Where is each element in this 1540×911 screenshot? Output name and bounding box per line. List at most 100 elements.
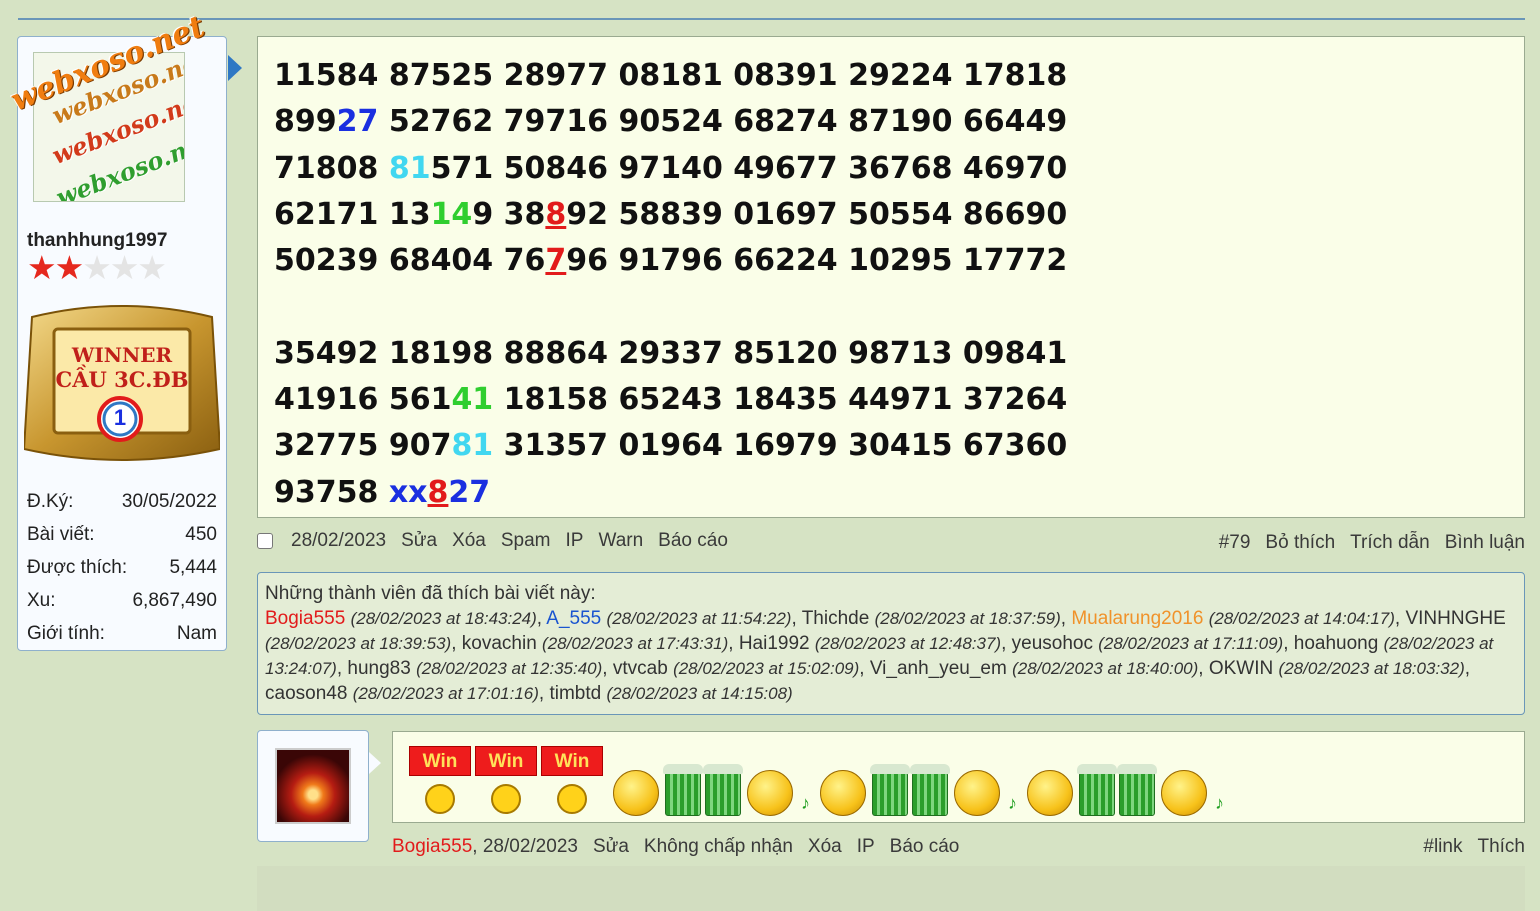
reply-date: , 28/02/2023 [472, 836, 578, 857]
avatar-image [275, 748, 351, 824]
star-icon: ★ [82, 249, 112, 286]
select-checkbox[interactable] [257, 533, 273, 549]
stat-label: Bài viết: [27, 523, 95, 545]
liker-name[interactable]: hung83 [347, 658, 410, 679]
cheers-emoticon: ♪ [816, 764, 1021, 816]
post-action-xóa[interactable]: Xóa [452, 530, 486, 552]
liker-name[interactable]: caoson48 [265, 683, 347, 704]
beer-mug-icon [1117, 764, 1157, 816]
liker-name[interactable]: Mualarung2016 [1071, 608, 1203, 629]
highlighted-digits: 27 [336, 104, 379, 140]
beer-mug-icon [1077, 764, 1117, 816]
highlighted-digits: 27 [448, 474, 491, 510]
like-time: (28/02/2023 at 11:54:22) [606, 609, 792, 628]
award-rank: 1 [113, 405, 127, 430]
reply-author[interactable]: Bogia555 [392, 836, 472, 857]
highlighted-digits: xx [388, 474, 428, 510]
liker-name[interactable]: VINHNGHE [1405, 608, 1505, 629]
number-text: 92 58839 01697 50554 86690 [566, 196, 1068, 232]
number-text: 93758 [274, 474, 389, 510]
win-flag: Win [475, 746, 537, 776]
liker-name[interactable]: hoahuong [1294, 633, 1379, 654]
smiley-icon [820, 770, 866, 816]
stat-row: Bài viết: 450 [27, 518, 217, 551]
number-text: 35492 18198 88864 29337 85120 98713 0984… [274, 335, 1068, 371]
like-time: (28/02/2023 at 18:37:59) [874, 609, 1061, 628]
reply-action--link[interactable]: #link [1423, 836, 1462, 858]
post-action-bỏ-thích[interactable]: Bỏ thích [1265, 532, 1335, 554]
stat-value: 5,444 [169, 556, 217, 578]
win-emoticon: Win [541, 746, 603, 816]
lottery-numbers: 11584 87525 28977 08181 08391 29224 1781… [274, 53, 1067, 516]
stat-value: 6,867,490 [132, 589, 217, 611]
beer-mug-icon [663, 764, 703, 816]
highlighted-digits: 7 [545, 243, 567, 279]
post-action-spam[interactable]: Spam [501, 530, 551, 552]
liker-name[interactable]: vtvcab [613, 658, 668, 679]
stat-row: Xu: 6,867,490 [27, 584, 217, 617]
liker-name[interactable]: Hai1992 [739, 633, 810, 654]
smiley-icon [1027, 770, 1073, 816]
reply-action-xóa[interactable]: Xóa [808, 836, 842, 858]
music-note-icon: ♪ [1008, 793, 1017, 813]
stat-value: 30/05/2022 [121, 490, 217, 512]
reply-action-báo-cáo[interactable]: Báo cáo [890, 836, 960, 858]
number-line [274, 284, 1067, 330]
reply-action-ip[interactable]: IP [857, 836, 875, 858]
post-action-sửa[interactable]: Sửa [401, 530, 437, 552]
number-text: 62171 13 [274, 196, 431, 232]
number-line: 71808 81571 50846 97140 49677 36768 4697… [274, 146, 1067, 192]
smiley-icon [954, 770, 1000, 816]
reply-action-không-chấp-nhận[interactable]: Không chấp nhận [644, 836, 793, 858]
post-action--79[interactable]: #79 [1219, 532, 1251, 554]
post-action-warn[interactable]: Warn [598, 530, 643, 552]
number-text: 31357 01964 16979 30415 67360 [493, 428, 1068, 464]
stat-row: Được thích: 5,444 [27, 551, 217, 584]
liker-name[interactable]: Vi_anh_yeu_em [870, 658, 1007, 679]
number-line: 93758 xx827 [274, 470, 1067, 516]
liker-name[interactable]: Bogia555 [265, 608, 345, 629]
stat-value: 450 [185, 523, 217, 545]
music-note-icon: ♪ [801, 793, 810, 813]
highlighted-digits: 41 [451, 382, 494, 418]
award-badge: WINNER CẦU 3C.ĐB 1 [22, 299, 222, 467]
number-line: 35492 18198 88864 29337 85120 98713 0984… [274, 331, 1067, 377]
like-time: (28/02/2023 at 17:43:31) [542, 634, 729, 653]
liker-name[interactable]: kovachin [462, 633, 537, 654]
stat-row: Giới tính: Nam [27, 617, 217, 650]
liker-name[interactable]: yeusohoc [1012, 633, 1093, 654]
post-action-báo-cáo[interactable]: Báo cáo [658, 530, 728, 552]
liker-name[interactable]: A_555 [546, 608, 601, 629]
likes-list: Bogia555 (28/02/2023 at 18:43:24), A_555… [265, 608, 1506, 704]
post-action-bình-luận[interactable]: Bình luận [1445, 532, 1525, 554]
like-time: (28/02/2023 at 18:39:53) [265, 634, 452, 653]
stat-label: Xu: [27, 589, 56, 611]
reply-avatar[interactable] [257, 730, 369, 842]
liker-name[interactable]: OKWIN [1209, 658, 1273, 679]
number-text: 50239 68404 76 [274, 243, 546, 279]
post-date: 28/02/2023 [291, 530, 387, 551]
like-time: (28/02/2023 at 17:01:16) [352, 684, 539, 703]
post-action-ip[interactable]: IP [566, 530, 584, 552]
number-line: 41916 56141 18158 65243 18435 44971 3726… [274, 377, 1067, 423]
number-text: 18158 65243 18435 44971 37264 [493, 382, 1068, 418]
emoticon-row: Win Win Win ♪ ♪ ♪ [409, 746, 1228, 816]
beer-mug-icon [870, 764, 910, 816]
like-time: (28/02/2023 at 17:11:09) [1098, 634, 1284, 653]
reply-action-sửa[interactable]: Sửa [593, 836, 629, 858]
user-card: webxoso.net webxoso.net webxoso.net than… [17, 36, 227, 651]
number-text: 71808 [274, 150, 389, 186]
post-action-trích-dẫn[interactable]: Trích dẫn [1350, 532, 1430, 554]
star-icon: ★ [109, 249, 140, 286]
reply-action-thích[interactable]: Thích [1477, 836, 1525, 858]
liker-name[interactable]: Thichde [802, 608, 870, 629]
smiley-icon [1161, 770, 1207, 816]
highlighted-digits: 81 [388, 150, 431, 186]
number-text: 52762 79716 90524 68274 87190 66449 [378, 104, 1068, 140]
like-time: (28/02/2023 at 15:02:09) [673, 659, 860, 678]
like-time: (28/02/2023 at 12:35:40) [416, 659, 603, 678]
number-text: 571 50846 97140 49677 36768 46970 [430, 150, 1068, 186]
like-time: (28/02/2023 at 18:43:24) [350, 609, 537, 628]
like-time: (28/02/2023 at 14:15:08) [606, 684, 793, 703]
liker-name[interactable]: timbtd [549, 683, 601, 704]
